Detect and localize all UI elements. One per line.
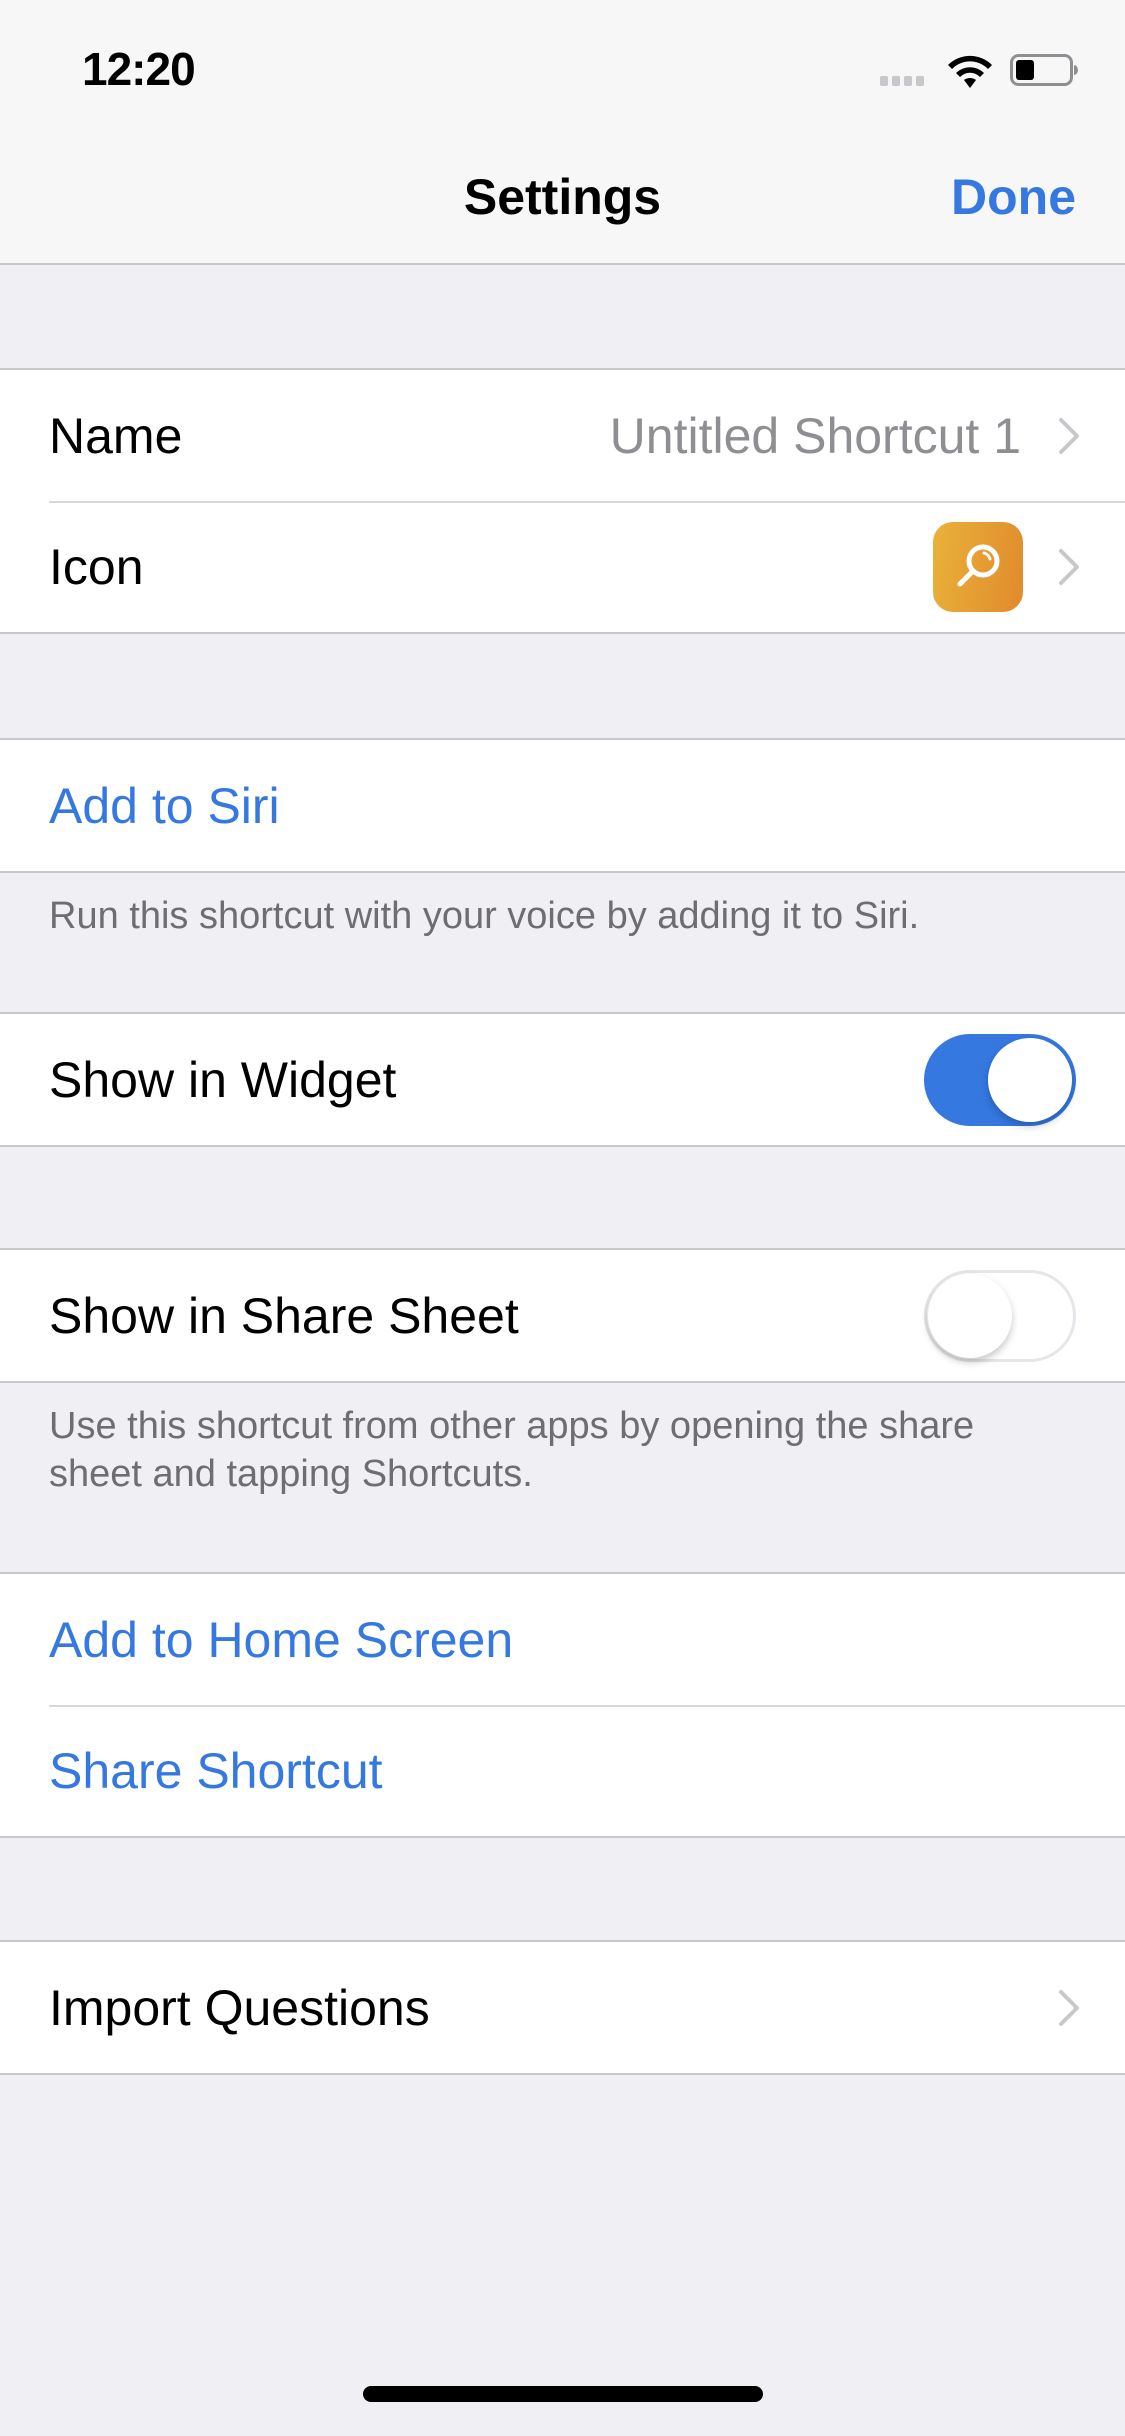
show-in-widget-label: Show in Widget [49, 1051, 397, 1108]
chevron-right-icon [1059, 548, 1079, 585]
import-section: Import Questions [0, 1940, 1125, 2075]
shortcut-app-icon [933, 521, 1023, 612]
done-button[interactable]: Done [951, 168, 1076, 226]
show-in-widget-toggle[interactable] [924, 1033, 1076, 1126]
icon-label: Icon [49, 538, 144, 595]
add-to-home-screen-button[interactable]: Add to Home Screen [0, 1574, 1125, 1705]
siri-section: Add to Siri [0, 738, 1125, 873]
siri-footer: Run this shortcut with your voice by add… [49, 895, 920, 937]
share-shortcut-button[interactable]: Share Shortcut [0, 1705, 1125, 1836]
show-in-share-sheet-row: Show in Share Sheet [0, 1250, 1125, 1381]
share-shortcut-label: Share Shortcut [49, 1742, 383, 1799]
show-in-share-sheet-label: Show in Share Sheet [49, 1287, 519, 1344]
name-value: Untitled Shortcut 1 [609, 407, 1021, 464]
name-label: Name [49, 407, 183, 464]
status-time: 12:20 [82, 43, 196, 95]
chevron-right-icon [1059, 417, 1079, 454]
battery-icon [1010, 54, 1078, 86]
navigation-bar: Settings Done [0, 132, 1125, 265]
home-indicator[interactable] [363, 2386, 763, 2402]
toggle-knob [988, 1037, 1072, 1122]
general-section: Name Untitled Shortcut 1 Icon [0, 368, 1125, 634]
magnifying-glass-icon [957, 544, 1000, 586]
show-in-share-sheet-toggle[interactable] [924, 1269, 1076, 1362]
chevron-right-icon [1059, 1989, 1079, 2026]
import-questions-label: Import Questions [49, 1979, 430, 2036]
add-to-siri-button[interactable]: Add to Siri [0, 740, 1125, 871]
add-to-siri-label: Add to Siri [49, 777, 280, 834]
wifi-icon [948, 55, 992, 88]
share-sheet-footer: Use this shortcut from other apps by ope… [49, 1405, 975, 1495]
add-to-home-screen-label: Add to Home Screen [49, 1611, 514, 1668]
name-row[interactable]: Name Untitled Shortcut 1 [0, 370, 1125, 501]
share-sheet-section: Show in Share Sheet [0, 1248, 1125, 1383]
toggle-knob [928, 1273, 1012, 1358]
import-questions-row[interactable]: Import Questions [0, 1942, 1125, 2073]
actions-section: Add to Home Screen Share Shortcut [0, 1572, 1125, 1838]
icon-row[interactable]: Icon [0, 501, 1125, 632]
status-bar: 12:20 [0, 0, 1125, 132]
show-in-widget-row: Show in Widget [0, 1014, 1125, 1145]
widget-section: Show in Widget [0, 1012, 1125, 1147]
cellular-signal-icon [880, 76, 924, 86]
